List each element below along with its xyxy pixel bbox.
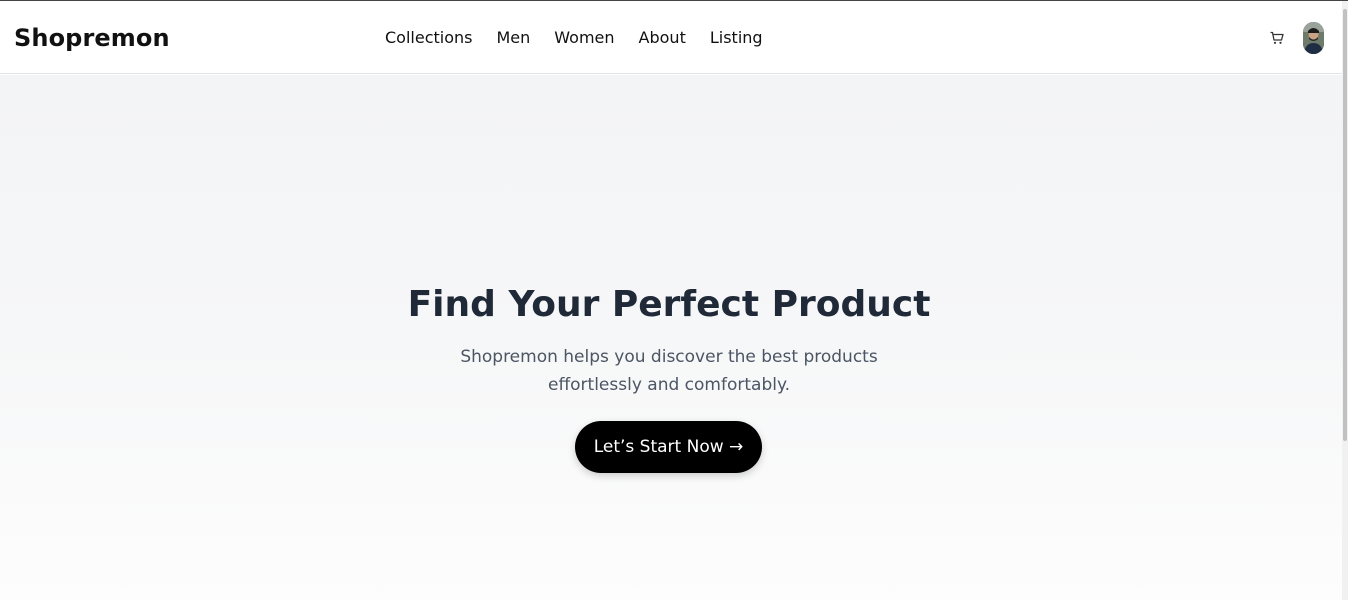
avatar[interactable]: [1303, 22, 1324, 54]
brand-logo[interactable]: Shopremon: [14, 24, 170, 52]
hero-title: Find Your Perfect Product: [407, 284, 931, 325]
hero-subtitle: Shopremon helps you discover the best pr…: [460, 347, 878, 395]
nav-about[interactable]: About: [639, 28, 686, 48]
page: Shopremon Collections Men Women About Li…: [0, 0, 1348, 600]
nav-listing[interactable]: Listing: [710, 28, 763, 48]
nav-women[interactable]: Women: [554, 28, 614, 48]
cart-icon[interactable]: [1269, 30, 1285, 46]
scrollbar-thumb[interactable]: [1343, 9, 1347, 441]
site-header: Shopremon Collections Men Women About Li…: [0, 1, 1342, 74]
scrollbar[interactable]: [1342, 1, 1348, 600]
hero-section: Find Your Perfect Product Shopremon help…: [0, 75, 1342, 600]
main-nav: Collections Men Women About Listing: [385, 28, 787, 48]
start-now-button[interactable]: Let’s Start Now →: [575, 421, 762, 473]
nav-collections[interactable]: Collections: [385, 28, 472, 48]
nav-men[interactable]: Men: [496, 28, 530, 48]
